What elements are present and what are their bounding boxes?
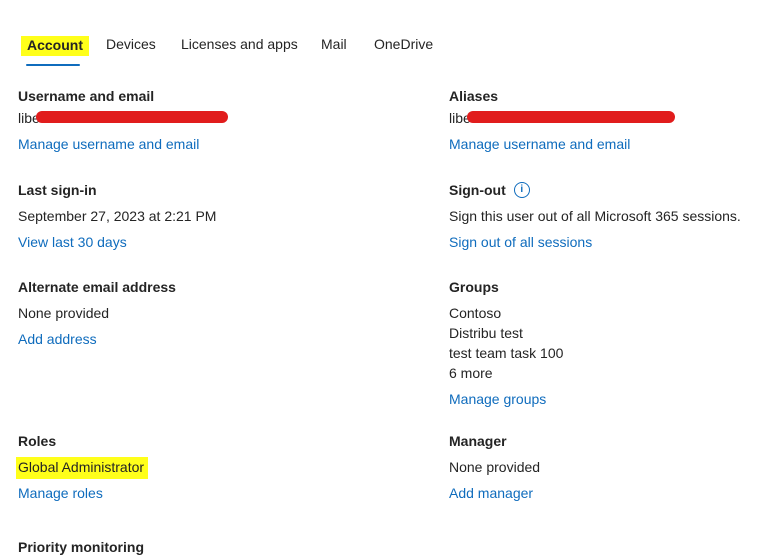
signout-label-row: Sign-out i	[449, 180, 741, 200]
manage-roles-link[interactable]: Manage roles	[18, 483, 148, 503]
add-manager-link[interactable]: Add manager	[449, 483, 540, 503]
aliases-value: libe	[449, 106, 675, 130]
roles-value: Global Administrator	[16, 457, 149, 479]
groups-more: 6 more	[449, 365, 493, 381]
alt-email-label: Alternate email address	[18, 279, 176, 295]
signout-description: Sign this user out of all Microsoft 365 …	[449, 208, 741, 224]
groups-label: Groups	[449, 279, 499, 295]
signout-section: Sign-out i Sign this user out of all Micr…	[449, 180, 741, 252]
group-item: Contoso	[449, 305, 502, 321]
priority-monitoring-label: Priority monitoring	[18, 539, 144, 555]
info-icon[interactable]: i	[513, 182, 530, 199]
username-redaction	[35, 111, 228, 123]
alt-email-section: Alternate email address None provided Ad…	[18, 277, 176, 349]
tab-licenses-and-apps[interactable]: Licenses and apps	[181, 36, 298, 52]
roles-section: Roles Global Administrator Manage roles	[16, 431, 149, 503]
aliases-section: Aliases libe Manage username and email	[449, 86, 675, 154]
tab-devices[interactable]: Devices	[106, 36, 156, 52]
username-section: Username and email libe Manage username …	[18, 86, 228, 154]
aliases-label: Aliases	[449, 88, 499, 104]
priority-monitoring-section: Priority monitoring	[18, 537, 144, 557]
roles-label: Roles	[18, 433, 57, 449]
add-address-link[interactable]: Add address	[18, 329, 176, 349]
last-signin-section: Last sign-in September 27, 2023 at 2:21 …	[18, 180, 216, 252]
manager-label: Manager	[449, 433, 507, 449]
view-last-30-days-link[interactable]: View last 30 days	[18, 232, 216, 252]
tab-onedrive[interactable]: OneDrive	[374, 36, 433, 52]
manage-username-link[interactable]: Manage username and email	[18, 134, 228, 154]
tab-mail[interactable]: Mail	[321, 36, 347, 52]
manager-section: Manager None provided Add manager	[449, 431, 540, 503]
username-label: Username and email	[18, 88, 155, 104]
aliases-redaction	[466, 111, 675, 123]
manage-groups-link[interactable]: Manage groups	[449, 389, 563, 409]
active-tab-indicator	[26, 64, 80, 66]
sign-out-all-sessions-link[interactable]: Sign out of all sessions	[449, 232, 741, 252]
signout-label: Sign-out	[449, 182, 506, 198]
group-item: test team task 100	[449, 345, 564, 361]
manage-aliases-link[interactable]: Manage username and email	[449, 134, 675, 154]
last-signin-label: Last sign-in	[18, 182, 97, 198]
groups-section: Groups Contoso Distribu test test team t…	[449, 277, 563, 409]
tab-account[interactable]: Account	[21, 36, 89, 56]
group-item: Distribu test	[449, 325, 523, 341]
username-value: libe	[18, 106, 228, 130]
last-signin-value: September 27, 2023 at 2:21 PM	[18, 208, 217, 224]
alt-email-value: None provided	[18, 305, 110, 321]
manager-value: None provided	[449, 459, 541, 475]
